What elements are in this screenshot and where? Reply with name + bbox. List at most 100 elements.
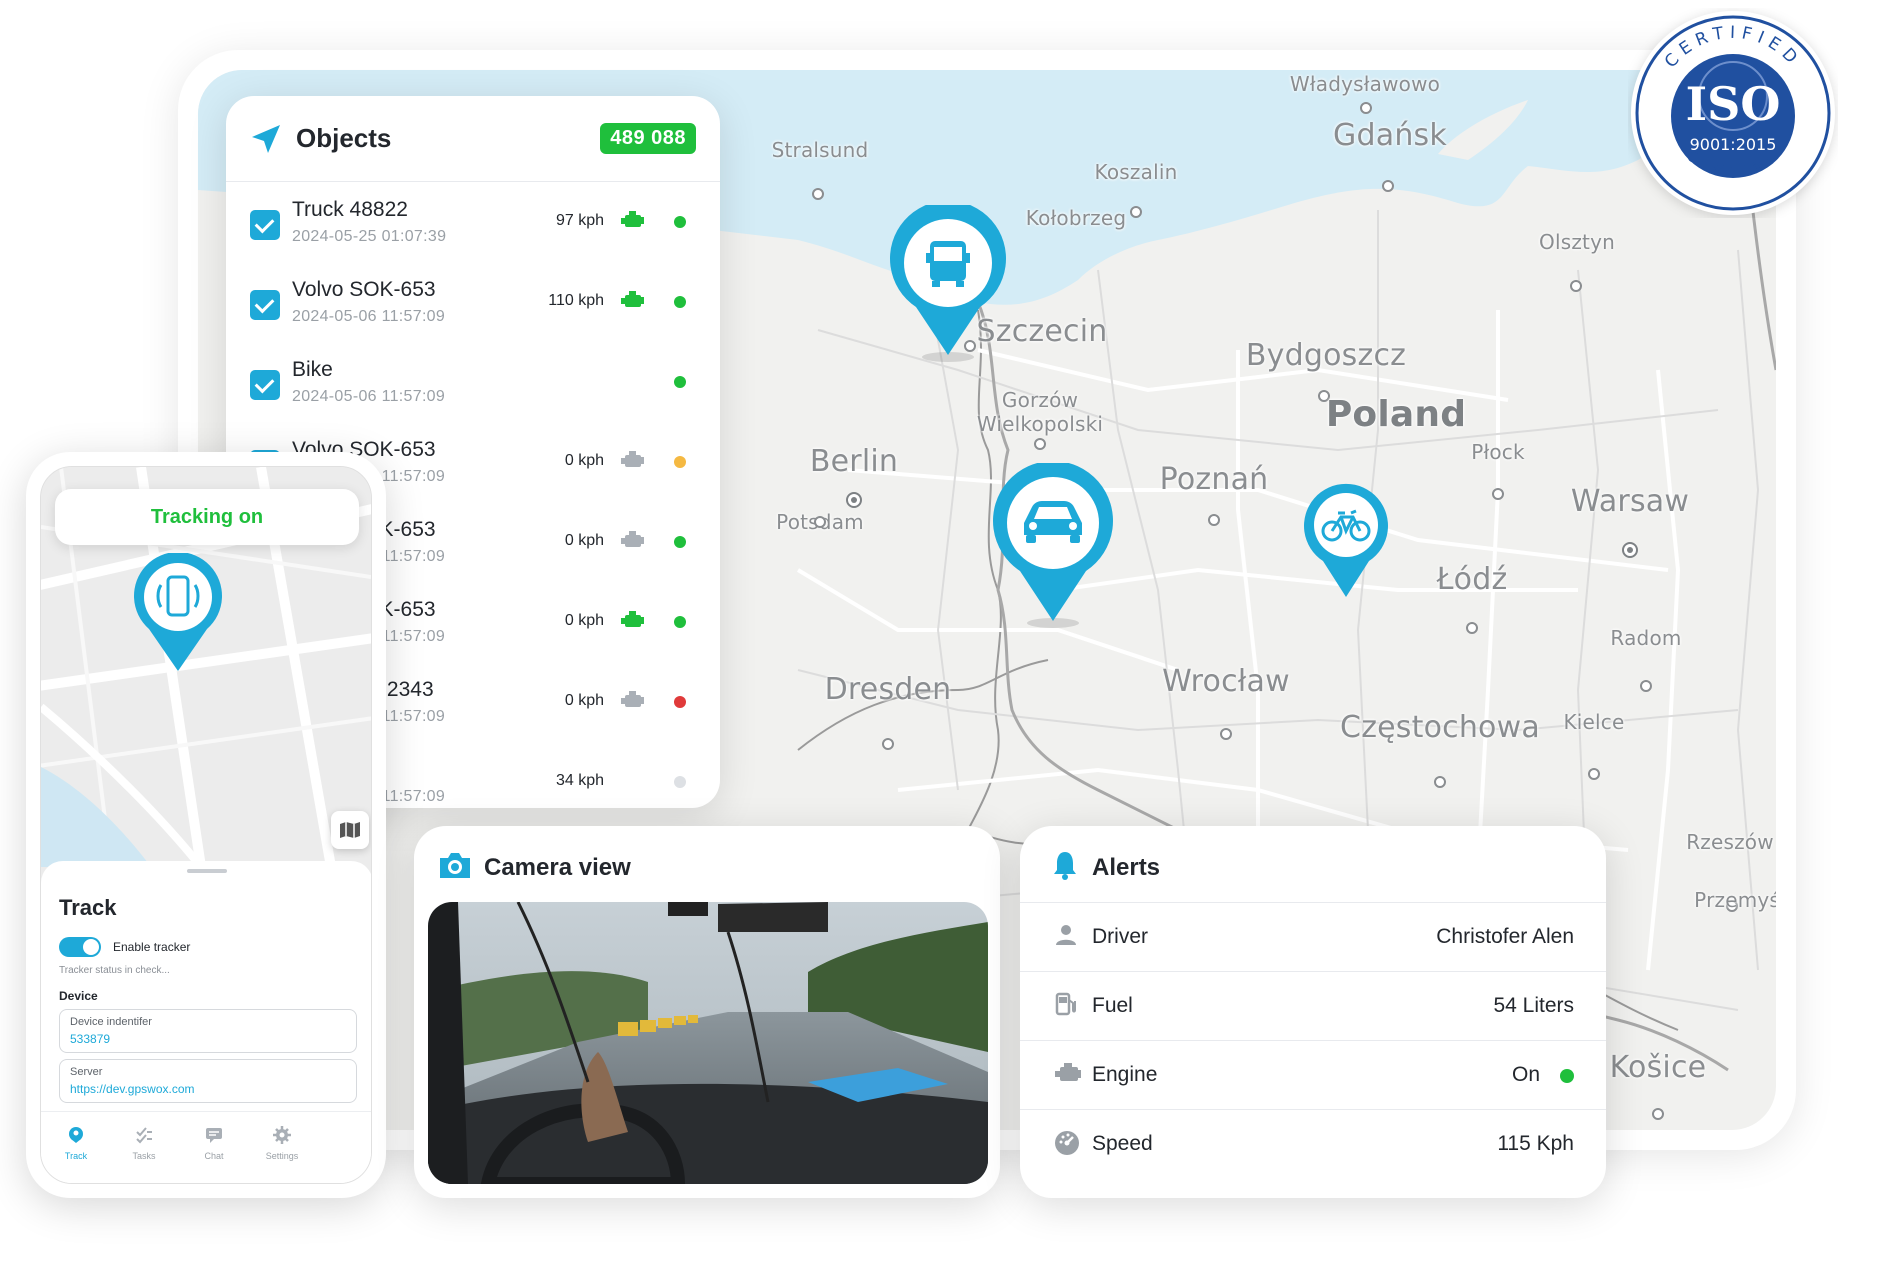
person-icon <box>1056 925 1076 945</box>
tab-chat[interactable]: Chat <box>179 1126 249 1161</box>
toggle-label: Enable tracker <box>113 940 191 954</box>
object-checkbox[interactable] <box>250 370 280 400</box>
sheet-title: Track <box>59 895 117 920</box>
object-speed: 0 kph <box>564 612 604 629</box>
object-row[interactable]: Bike 2024-05-06 11:57:09 <box>226 342 720 422</box>
map-city-dot <box>882 738 894 750</box>
map-city-dot <box>812 188 824 200</box>
object-status-dot <box>674 536 686 548</box>
device-section-label: Device <box>59 989 98 1003</box>
map-city-label: Łódź <box>1436 562 1508 597</box>
object-status-dot <box>674 376 686 388</box>
objects-header: Objects 489 088 <box>226 96 720 182</box>
map-city-dot <box>1034 438 1046 450</box>
tracker-status-text: Tracker status in check... <box>59 965 170 976</box>
camera-title: Camera view <box>484 854 631 881</box>
map-city-dot <box>1492 488 1504 500</box>
alert-row-fuel: Fuel 54 Liters <box>1020 971 1606 1040</box>
tab-label: Track <box>64 1151 88 1161</box>
object-name: Volvo SOK-653 <box>292 278 436 301</box>
object-timestamp: 2024-05-25 01:07:39 <box>292 228 447 245</box>
field-label: Device indentifer <box>70 1016 152 1028</box>
alert-value: On <box>1511 1063 1540 1086</box>
engine-status-dot <box>1560 1069 1574 1083</box>
object-speed: 0 kph <box>564 532 604 549</box>
iso-center-text: ISO <box>1686 77 1781 131</box>
alert-label: Driver <box>1092 925 1148 948</box>
object-timestamp: 2024-05-06 11:57:09 <box>292 308 446 325</box>
map-city-label: Bydgoszcz <box>1245 338 1407 373</box>
object-speed: 0 kph <box>564 452 604 469</box>
object-row[interactable]: Volvo SOK-653 2024-05-06 11:57:09 110 kph <box>226 262 720 342</box>
phone-screen: Tracking on Track Enable tracker Tracker… <box>40 466 372 1184</box>
engine-icon <box>621 611 644 627</box>
alert-value: Christofer Alen <box>1436 925 1574 948</box>
map-city-dot <box>1652 1108 1664 1120</box>
field-label: Server <box>70 1066 103 1078</box>
map-city-label: Dresden <box>824 672 952 707</box>
map-city-label: Kielce <box>1563 710 1625 734</box>
map-city-label: Poznań <box>1159 462 1269 497</box>
map-city-label: Radom <box>1610 626 1682 650</box>
enable-tracker-toggle[interactable] <box>59 937 101 957</box>
map-city-label: Warsaw <box>1570 484 1690 519</box>
bell-icon <box>1054 852 1076 880</box>
map-city-dot <box>1588 768 1600 780</box>
map-city-label: Częstochowa <box>1340 710 1540 745</box>
iso-standard-text: 9001:2015 <box>1690 135 1777 154</box>
phone-location-marker <box>133 553 223 673</box>
iso-certified-badge: CERTIFIED ISO 9001:2015 COMPANY <box>1628 8 1838 218</box>
map-city-label: Olsztyn <box>1539 230 1615 254</box>
map-city-dot <box>1382 180 1394 192</box>
engine-icon <box>621 451 644 467</box>
alert-label: Speed <box>1092 1132 1153 1155</box>
engine-icon <box>621 291 644 307</box>
camera-feed[interactable] <box>428 902 988 1184</box>
alert-row-speed: Speed 115 Kph <box>1020 1109 1606 1178</box>
object-checkbox[interactable] <box>250 210 280 240</box>
alert-value: 54 Liters <box>1493 994 1574 1017</box>
map-city-label: Stralsund <box>771 138 869 162</box>
fuel-icon <box>1055 992 1076 1016</box>
object-name: Truck 48822 <box>292 198 408 221</box>
map-city-dot <box>1360 102 1372 114</box>
server-field[interactable]: Server https://dev.gpswox.com <box>59 1059 357 1103</box>
engine-icon <box>621 211 644 227</box>
map-city-dot <box>814 516 826 528</box>
tab-label: Tasks <box>132 1151 156 1161</box>
map-city-label: Płock <box>1471 440 1525 464</box>
track-bottom-sheet: Track Enable tracker Tracker status in c… <box>41 861 371 1183</box>
map-city-label: Przemyśl <box>1694 888 1776 912</box>
phone-mockup: Tracking on Track Enable tracker Tracker… <box>26 452 386 1198</box>
object-status-dot <box>674 616 686 628</box>
camera-card: Camera view <box>414 826 1000 1198</box>
map-city-dot <box>964 340 976 352</box>
alert-label: Fuel <box>1092 994 1133 1017</box>
engine-icon <box>621 691 644 707</box>
map-city-label: Władysławowo <box>1289 72 1441 96</box>
map-city-label: Berlin <box>809 444 899 479</box>
field-value: https://dev.gpswox.com <box>70 1082 195 1096</box>
alerts-title: Alerts <box>1092 854 1161 881</box>
tab-tasks[interactable]: Tasks <box>109 1126 179 1161</box>
map-city-label: Košice <box>1609 1050 1707 1085</box>
map-city-dot <box>1622 542 1638 558</box>
object-row[interactable]: Truck 48822 2024-05-25 01:07:39 97 kph <box>226 182 720 262</box>
tab-settings[interactable]: Settings <box>247 1126 317 1161</box>
sheet-handle[interactable] <box>187 869 227 873</box>
map-city-dot <box>1640 680 1652 692</box>
map-layers-button[interactable] <box>331 811 369 849</box>
map-city-dot <box>1220 728 1232 740</box>
map-city-label: Kołobrzeg <box>1025 206 1127 230</box>
map-city-dot <box>1130 206 1142 218</box>
alert-row-engine: Engine On <box>1020 1040 1606 1109</box>
device-identifier-field[interactable]: Device indentifer 533879 <box>59 1009 357 1053</box>
objects-title: Objects <box>296 123 392 153</box>
map-city-label: Poland <box>1325 394 1467 435</box>
map-city-label: Wielkopolski <box>976 412 1104 436</box>
camera-icon <box>440 853 470 878</box>
object-checkbox[interactable] <box>250 290 280 320</box>
tab-track[interactable]: Track <box>41 1126 111 1161</box>
map-city-label: Szczecin <box>976 314 1108 349</box>
object-speed: 34 kph <box>555 772 604 789</box>
